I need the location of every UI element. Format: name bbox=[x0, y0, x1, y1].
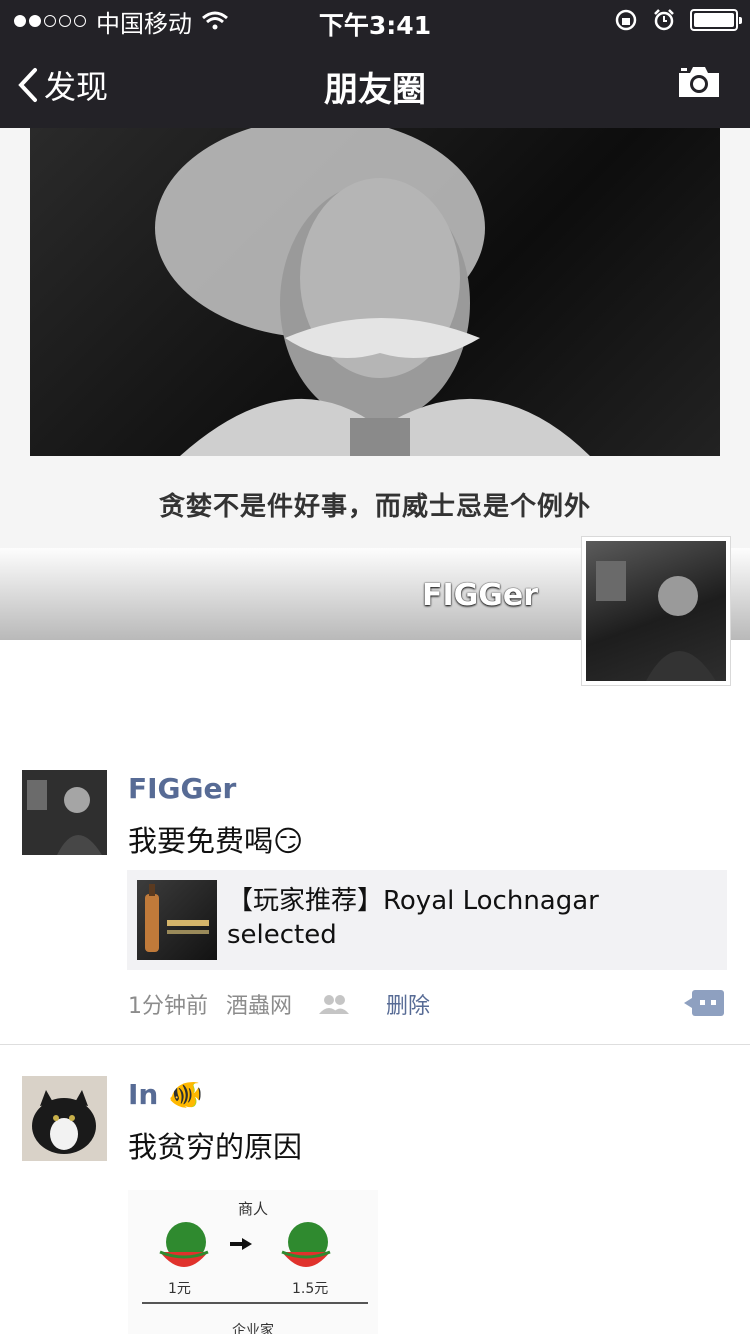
more-dots-icon bbox=[700, 1000, 705, 1005]
post-text: 我要免费喝😏 bbox=[128, 818, 303, 860]
rotation-lock-icon bbox=[615, 9, 637, 31]
shared-link-title: 【玩家推荐】Royal Lochnagar selected bbox=[227, 886, 599, 950]
image-footer-label: 企业家 bbox=[232, 1323, 274, 1334]
post-text-content: 我要免费喝 bbox=[128, 824, 274, 858]
arrow-right-icon bbox=[230, 1238, 252, 1250]
post-time: 1分钟前 bbox=[128, 994, 208, 1019]
cover-user-name: FIGGer bbox=[421, 578, 538, 613]
post-avatar[interactable] bbox=[22, 770, 107, 855]
price-right: 1.5元 bbox=[292, 1281, 329, 1297]
post-image[interactable]: 商人 1元 1.5元 企业家 bbox=[128, 1190, 378, 1334]
post-source[interactable]: 酒蟲网 bbox=[226, 988, 292, 1020]
image-header-label: 商人 bbox=[237, 1200, 268, 1218]
whisky-thumbnail bbox=[137, 880, 217, 960]
price-left: 1元 bbox=[168, 1281, 191, 1297]
status-bar: 中国移动 下午3:41 bbox=[0, 0, 750, 40]
watermelon-icon bbox=[281, 1222, 331, 1267]
battery-icon bbox=[690, 9, 742, 31]
camera-icon bbox=[679, 67, 719, 97]
image-divider bbox=[142, 1302, 368, 1304]
post-text: 我贫穷的原因 bbox=[128, 1130, 303, 1164]
watermelon-icon bbox=[159, 1222, 209, 1267]
nav-bar: 发现 朋友圈 bbox=[0, 40, 750, 128]
delete-button[interactable]: 删除 bbox=[386, 988, 430, 1020]
post-user-name[interactable]: In 🐠 bbox=[128, 1078, 203, 1111]
shared-link-card[interactable]: 【玩家推荐】Royal Lochnagar selected bbox=[127, 870, 727, 970]
cover-caption: 贪婪不是件好事，而威士忌是个例外 bbox=[158, 492, 591, 522]
cover-portrait-image bbox=[30, 128, 720, 456]
alarm-icon bbox=[654, 9, 674, 31]
top-bar: 中国移动 下午3:41 发现 朋友圈 bbox=[0, 0, 750, 128]
smirk-emoji-icon: 😏 bbox=[273, 824, 304, 858]
post-user-name[interactable]: FIGGer bbox=[128, 772, 236, 805]
comment-options-button[interactable] bbox=[684, 990, 724, 1016]
post-divider bbox=[0, 1044, 750, 1045]
friends-visibility-icon bbox=[319, 995, 350, 1014]
camera-button[interactable] bbox=[676, 64, 722, 104]
page-title: 朋友圈 bbox=[324, 70, 426, 110]
moments-page: 中国移动 下午3:41 发现 朋友圈 贪婪不是件好事，而威士忌是个例外 FIGG… bbox=[0, 0, 750, 1334]
cover-avatar[interactable] bbox=[581, 536, 731, 686]
post-user-name-text: In bbox=[128, 1078, 159, 1111]
post-meta: 1分钟前 酒蟲网 删除 bbox=[128, 988, 430, 1020]
post-avatar[interactable] bbox=[22, 1076, 107, 1161]
fish-emoji-icon: 🐠 bbox=[168, 1078, 203, 1111]
